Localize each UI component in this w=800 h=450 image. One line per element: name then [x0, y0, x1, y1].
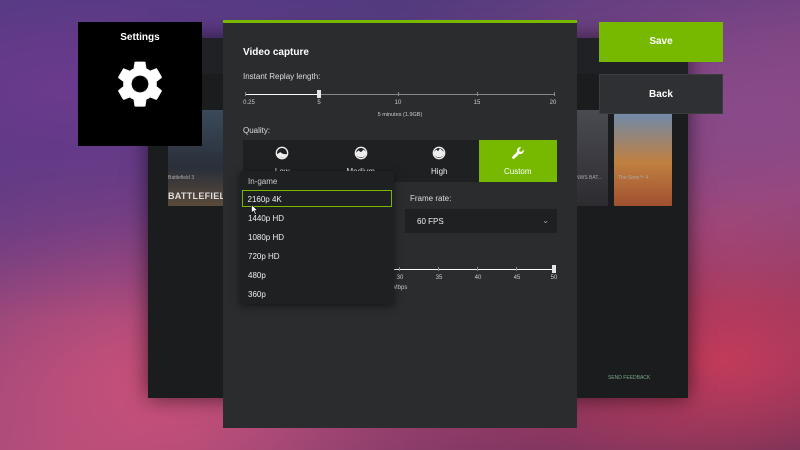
send-feedback-link: SEND FEEDBACK [608, 375, 651, 381]
replay-slider-fill [245, 94, 319, 95]
settings-title: Settings [120, 32, 160, 43]
low-quality-icon [275, 146, 289, 160]
replay-slider-thumb[interactable] [317, 90, 321, 98]
back-button[interactable]: Back [599, 74, 723, 114]
replay-tick [398, 92, 399, 96]
gear-icon [118, 61, 162, 107]
game-caption-mid: NWS BAT... [576, 175, 603, 181]
settings-tile: Settings [78, 22, 202, 146]
replay-tick-label: 0.25 [243, 100, 255, 106]
resolution-option-720p[interactable]: 720p HD [242, 247, 392, 264]
quality-high-button[interactable]: High [400, 140, 479, 182]
bitrate-tick-label: 35 [435, 275, 443, 281]
game-caption-left: Battlefield 3 [168, 175, 195, 181]
quality-high-label: High [431, 167, 448, 176]
high-quality-icon [432, 146, 446, 160]
bitrate-unit: Mbps [392, 285, 408, 291]
replay-tick [245, 92, 246, 96]
replay-length-value: 5 minutes (1.9GB) [377, 112, 423, 118]
resolution-dropdown[interactable]: In-game 2160p 4K 1440p HD 1080p HD 720p … [240, 171, 394, 304]
resolution-dropdown-header: In-game [248, 177, 278, 186]
replay-tick-label: 5 [317, 100, 321, 106]
resolution-option-1080p[interactable]: 1080p HD [242, 228, 392, 245]
bitrate-tick-label: 30 [396, 275, 404, 281]
save-button[interactable]: Save [599, 22, 723, 62]
replay-tick [554, 92, 555, 96]
chevron-down-icon: ⌄ [542, 216, 549, 225]
bitrate-tick [399, 267, 400, 271]
bitrate-slider-thumb[interactable] [552, 265, 556, 273]
replay-tick-label: 15 [473, 100, 481, 106]
game-tile-mid [576, 110, 608, 206]
quality-label: Quality: [243, 126, 271, 135]
frame-rate-select[interactable]: 60 FPS ⌄ [405, 209, 557, 233]
resolution-option-1440p[interactable]: 1440p HD [242, 209, 392, 226]
bitrate-tick-label: 45 [513, 275, 521, 281]
replay-tick-label: 20 [549, 100, 557, 106]
game-tile-sims [614, 110, 672, 206]
replay-tick [477, 92, 478, 96]
bitrate-tick [516, 267, 517, 271]
frame-rate-label: Frame rate: [410, 194, 452, 203]
wrench-icon [511, 147, 524, 159]
bitrate-slider-fill [373, 269, 553, 270]
bitrate-tick [438, 267, 439, 271]
mouse-cursor-icon [251, 204, 258, 215]
bitrate-tick-label: 50 [550, 275, 558, 281]
quality-custom-label: Custom [503, 167, 532, 176]
game-caption-right: The Sims™ 4 [618, 175, 649, 181]
resolution-option-360p[interactable]: 360p [242, 285, 392, 302]
medium-quality-icon [354, 146, 368, 160]
replay-tick-label: 10 [394, 100, 402, 106]
frame-rate-value: 60 FPS [417, 217, 444, 226]
resolution-option-2160p[interactable]: 2160p 4K [242, 190, 392, 207]
panel-title: Video capture [243, 47, 309, 58]
resolution-option-480p[interactable]: 480p [242, 266, 392, 283]
bitrate-tick [477, 267, 478, 271]
quality-custom-button[interactable]: Custom [478, 140, 557, 182]
replay-length-label: Instant Replay length: [243, 72, 321, 81]
bitrate-tick-label: 40 [474, 275, 482, 281]
